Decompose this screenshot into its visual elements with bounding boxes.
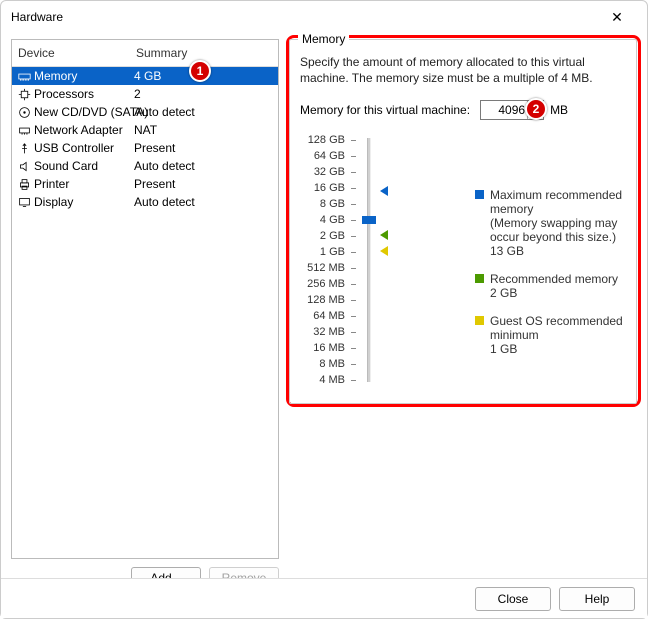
legend-max: Maximum recommended memory (Memory swapp…: [475, 188, 645, 258]
memory-description: Specify the amount of memory allocated t…: [300, 54, 626, 86]
device-name: New CD/DVD (SATA): [34, 105, 134, 119]
device-row-cpu[interactable]: Processors2: [12, 85, 278, 103]
memory-spinbox[interactable]: ▲ ▼: [480, 100, 544, 120]
header-summary: Summary: [136, 46, 272, 60]
device-row-printer[interactable]: PrinterPresent: [12, 175, 278, 193]
slider-ticks: 128 GB64 GB32 GB16 GB8 GB4 GB2 GB1 GB512…: [300, 138, 360, 398]
device-summary: Present: [134, 177, 274, 191]
slider-markers: [376, 138, 406, 398]
device-summary: Auto detect: [134, 105, 274, 119]
printer-icon: [16, 178, 32, 191]
legend-max-title: Maximum recommended memory: [490, 188, 645, 216]
tick-label: 2 GB: [320, 230, 356, 242]
device-name: Memory: [34, 69, 134, 83]
slider-thumb[interactable]: [362, 216, 376, 224]
legend-min: Guest OS recommended minimum 1 GB: [475, 314, 645, 356]
spin-down-button[interactable]: ▼: [528, 110, 542, 119]
tick-label: 8 MB: [319, 358, 356, 370]
memory-unit: MB: [550, 103, 568, 117]
header-device: Device: [18, 46, 136, 60]
device-row-usb[interactable]: USB ControllerPresent: [12, 139, 278, 157]
close-icon[interactable]: ✕: [597, 5, 637, 29]
dialog-content: Device Summary Memory4 GBProcessors2New …: [1, 33, 647, 589]
tick-label: 32 MB: [313, 326, 356, 338]
net-icon: [16, 124, 32, 137]
device-summary: 2: [134, 87, 274, 101]
legend-rec-title: Recommended memory: [490, 272, 618, 286]
titlebar: Hardware ✕: [1, 1, 647, 33]
tick-label: 1 GB: [320, 246, 356, 258]
help-button[interactable]: Help: [559, 587, 635, 611]
slider-track-col: [360, 138, 376, 398]
legend-rec-value: 2 GB: [490, 286, 645, 300]
device-name: Display: [34, 195, 134, 209]
tick-label: 256 MB: [307, 278, 356, 290]
marker-max-icon: [380, 186, 388, 196]
device-row-memory[interactable]: Memory4 GB: [12, 67, 278, 85]
tick-label: 64 GB: [314, 150, 356, 162]
device-row-net[interactable]: Network AdapterNAT: [12, 121, 278, 139]
tick-label: 32 GB: [314, 166, 356, 178]
window-title: Hardware: [11, 10, 63, 24]
device-name: USB Controller: [34, 141, 134, 155]
slider-track[interactable]: [367, 138, 371, 382]
legend-max-note: (Memory swapping may occur beyond this s…: [490, 216, 645, 244]
device-summary: 4 GB: [134, 69, 274, 83]
spin-buttons: ▲ ▼: [527, 101, 542, 119]
marker-min-icon: [380, 246, 388, 256]
device-summary: Present: [134, 141, 274, 155]
tick-label: 512 MB: [307, 262, 356, 274]
tick-label: 128 GB: [308, 134, 356, 146]
memory-input-row: Memory for this virtual machine: ▲ ▼ MB: [300, 100, 626, 120]
device-summary: Auto detect: [134, 195, 274, 209]
device-list-header: Device Summary: [12, 40, 278, 67]
group-label: Memory: [298, 32, 349, 46]
device-row-sound[interactable]: Sound CardAuto detect: [12, 157, 278, 175]
tick-label: 8 GB: [320, 198, 356, 210]
device-name: Sound Card: [34, 159, 134, 173]
device-name: Printer: [34, 177, 134, 191]
legend-rec-swatch: [475, 274, 484, 283]
device-summary: Auto detect: [134, 159, 274, 173]
usb-icon: [16, 142, 32, 155]
dialog-footer: Close Help: [1, 578, 647, 618]
spin-up-button[interactable]: ▲: [528, 101, 542, 110]
tick-label: 64 MB: [313, 310, 356, 322]
tick-label: 128 MB: [307, 294, 356, 306]
left-panel: Device Summary Memory4 GBProcessors2New …: [11, 39, 279, 589]
tick-label: 16 GB: [314, 182, 356, 194]
legend-rec: Recommended memory 2 GB: [475, 272, 645, 300]
device-name: Processors: [34, 87, 134, 101]
memory-input[interactable]: [481, 103, 527, 117]
tick-label: 4 MB: [319, 374, 356, 386]
device-row-display[interactable]: DisplayAuto detect: [12, 193, 278, 211]
memory-icon: [16, 70, 32, 83]
tick-label: 4 GB: [320, 214, 356, 226]
marker-rec-icon: [380, 230, 388, 240]
legend-max-swatch: [475, 190, 484, 199]
cpu-icon: [16, 88, 32, 101]
legend-min-swatch: [475, 316, 484, 325]
memory-slider-area: 128 GB64 GB32 GB16 GB8 GB4 GB2 GB1 GB512…: [300, 138, 626, 398]
memory-input-label: Memory for this virtual machine:: [300, 103, 470, 117]
memory-group: Memory Specify the amount of memory allo…: [289, 39, 637, 404]
legend-min-value: 1 GB: [490, 342, 645, 356]
sound-icon: [16, 160, 32, 173]
display-icon: [16, 196, 32, 209]
device-summary: NAT: [134, 123, 274, 137]
legend-min-title: Guest OS recommended minimum: [490, 314, 645, 342]
device-row-disc[interactable]: New CD/DVD (SATA)Auto detect: [12, 103, 278, 121]
legend-max-value: 13 GB: [490, 244, 645, 258]
legend: Maximum recommended memory (Memory swapp…: [475, 188, 645, 370]
close-button[interactable]: Close: [475, 587, 551, 611]
device-list: Device Summary Memory4 GBProcessors2New …: [11, 39, 279, 559]
disc-icon: [16, 106, 32, 119]
tick-label: 16 MB: [313, 342, 356, 354]
device-name: Network Adapter: [34, 123, 134, 137]
right-panel: Memory Specify the amount of memory allo…: [289, 39, 637, 589]
